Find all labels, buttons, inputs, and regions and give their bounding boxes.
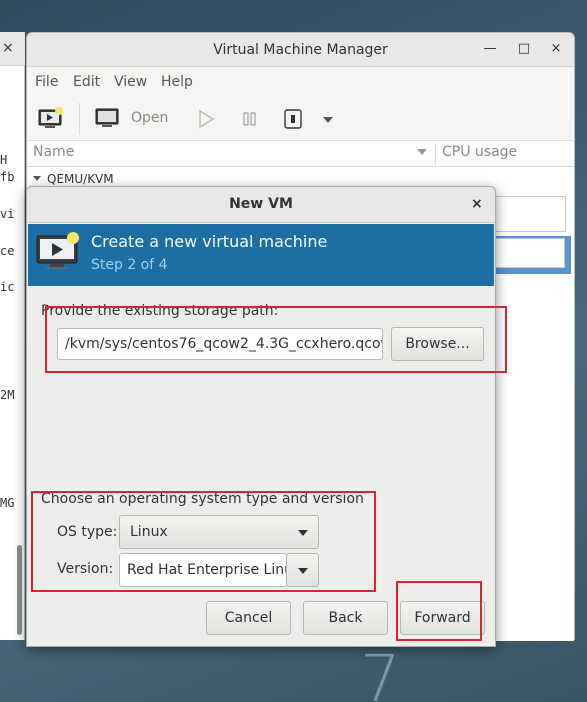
- terminal-line: ce: [0, 244, 15, 258]
- terminal-line: fb: [0, 170, 15, 184]
- new-vm-button[interactable]: [37, 105, 65, 133]
- terminal-line: vi: [0, 207, 15, 221]
- monitor-star-icon: [36, 232, 79, 269]
- dialog-title: New VM: [229, 196, 293, 212]
- desktop-clock-digit: 7: [360, 648, 401, 702]
- open-button[interactable]: Open: [93, 105, 208, 133]
- column-divider: [435, 143, 436, 165]
- sort-chevron-icon: [417, 149, 427, 155]
- connection-group-label[interactable]: QEMU/KVM: [47, 172, 114, 186]
- minimize-button[interactable]: —: [481, 40, 499, 58]
- cancel-button[interactable]: Cancel: [206, 601, 291, 635]
- shutdown-button[interactable]: [282, 107, 306, 131]
- monitor-icon: [95, 108, 119, 127]
- annotation-forward-box: [396, 581, 482, 641]
- expander-icon[interactable]: [33, 176, 41, 181]
- chevron-down-icon: [323, 117, 333, 123]
- back-button[interactable]: Back: [303, 601, 388, 635]
- power-icon: [284, 109, 302, 129]
- wizard-title: Create a new virtual machine: [91, 232, 328, 251]
- menu-view[interactable]: View: [114, 74, 147, 90]
- vmm-titlebar: Virtual Machine Manager — □ ×: [27, 33, 574, 67]
- wizard-step: Step 2 of 4: [91, 257, 168, 273]
- menu-file[interactable]: File: [35, 74, 58, 90]
- play-icon: [199, 109, 215, 129]
- menu-edit[interactable]: Edit: [73, 74, 100, 90]
- dialog-titlebar: New VM ×: [27, 187, 495, 223]
- monitor-star-icon: [38, 107, 63, 128]
- annotation-os-box: [31, 491, 376, 592]
- menu-help[interactable]: Help: [161, 74, 193, 90]
- close-button[interactable]: ×: [547, 40, 565, 58]
- shutdown-menu-button[interactable]: [323, 115, 337, 125]
- terminal-line: MG: [0, 496, 15, 510]
- maximize-button[interactable]: □: [515, 40, 533, 58]
- pause-button[interactable]: [239, 107, 261, 131]
- terminal-line: 2M: [0, 388, 15, 402]
- terminal-close-button[interactable]: ×: [2, 40, 14, 56]
- dialog-close-button[interactable]: ×: [471, 196, 483, 212]
- pause-icon: [243, 112, 256, 126]
- terminal-line: H: [0, 153, 8, 167]
- open-label: Open: [131, 110, 169, 126]
- column-cpu-usage[interactable]: CPU usage: [442, 144, 517, 160]
- menubar: [27, 67, 574, 97]
- toolbar-separator: [79, 103, 80, 135]
- run-button[interactable]: [195, 107, 217, 131]
- column-name[interactable]: Name: [33, 144, 74, 160]
- terminal-scrollbar[interactable]: [17, 545, 22, 635]
- terminal-line: ic: [0, 280, 15, 294]
- annotation-storage-box: [45, 306, 507, 373]
